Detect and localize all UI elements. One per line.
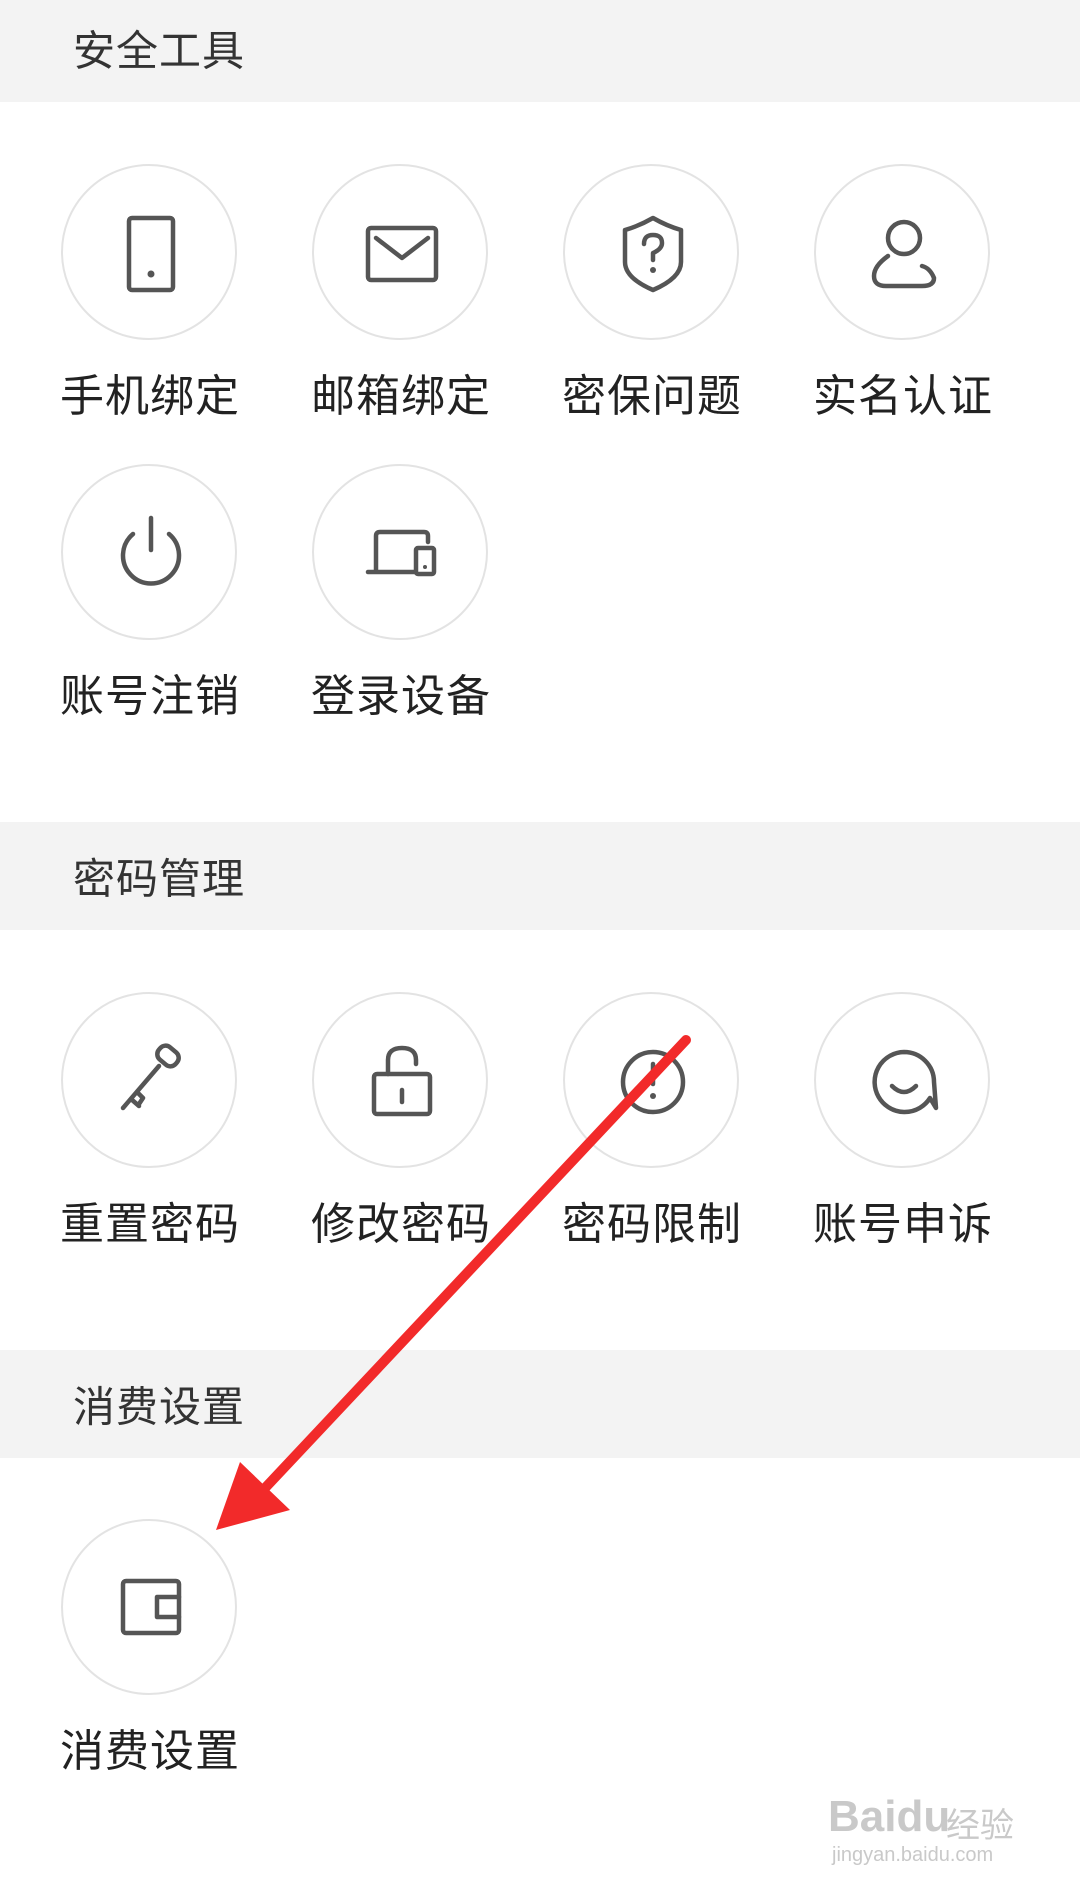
tile-label: 消费设置 [60,1726,240,1777]
tile-label: 登录设备 [311,671,491,722]
section-header-password-management: 密码管理 [0,822,1080,930]
tile-label: 密保问题 [562,371,742,422]
icon-circle [312,992,488,1168]
tile-label: 账号申诉 [813,1199,993,1250]
icon-circle [563,992,739,1168]
icon-circle [814,164,990,340]
unlock-icon [371,1045,433,1117]
icon-circle [312,164,488,340]
shield-question-icon [622,215,684,293]
watermark-brand: 经验 [946,1806,1014,1846]
icon-circle [61,992,237,1168]
icon-circle [312,464,488,640]
watermark-site: jingyan.baidu.com [832,1844,994,1866]
tile-label: 邮箱绑定 [311,371,491,422]
chat-smile-icon [872,1049,939,1115]
alert-circle-icon [620,1049,686,1115]
tile-label: 重置密码 [60,1199,240,1250]
user-icon [871,219,937,289]
devices-icon [365,529,437,577]
tile-label: 密码限制 [562,1199,742,1250]
icon-circle [563,164,739,340]
tile-label: 账号注销 [60,671,240,722]
wallet-icon [120,1578,182,1636]
section-title: 消费设置 [73,1382,246,1432]
icon-circle [61,464,237,640]
mail-icon [365,225,439,283]
key-icon [120,1043,181,1111]
tile-label: 实名认证 [813,371,993,422]
section-header-spending-settings: 消费设置 [0,1350,1080,1458]
tile-label: 手机绑定 [60,371,240,422]
section-header-security-tools: 安全工具 [0,0,1080,102]
tile-label: 修改密码 [311,1199,491,1250]
baidu-watermark: Baidu 经验 jingyan.baidu.com [828,1792,1028,1872]
watermark-logo: Baidu [828,1792,951,1841]
section-title: 安全工具 [73,26,246,76]
icon-circle [61,164,237,340]
icon-circle [814,992,990,1168]
power-icon [120,515,182,586]
icon-circle [61,1519,237,1695]
phone-icon [126,215,176,293]
section-title: 密码管理 [73,854,246,904]
